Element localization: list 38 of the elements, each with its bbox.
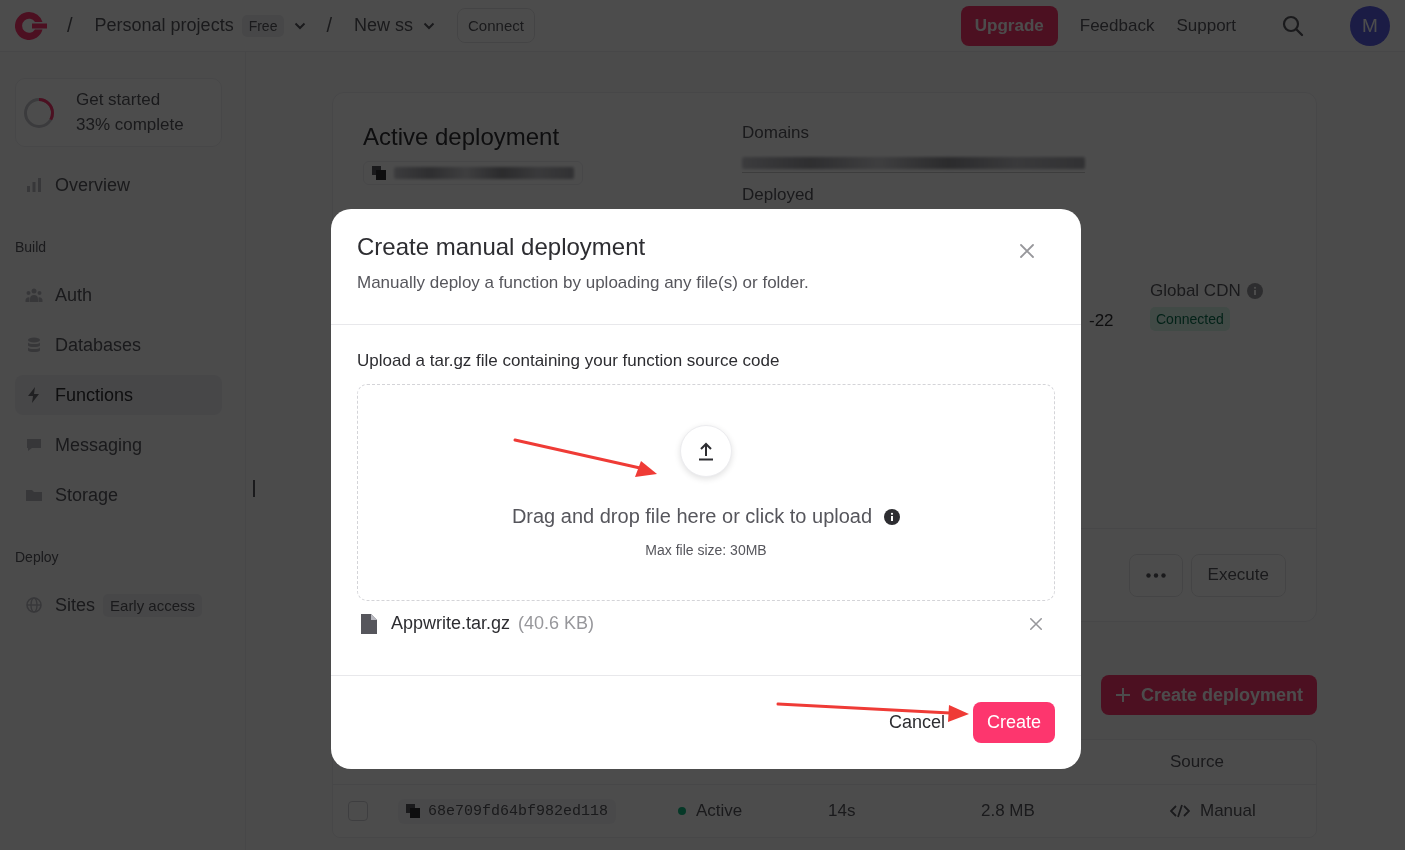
status-badge: Connected (1150, 307, 1230, 331)
cancel-button[interactable]: Cancel (888, 712, 945, 733)
info-icon (884, 508, 901, 525)
dialog-description: Manually deploy a function by uploading any file(s) or folder. (357, 273, 809, 293)
chevron-down-icon[interactable] (423, 21, 435, 30)
logo-icon[interactable] (15, 11, 47, 40)
upload-icon (697, 441, 715, 461)
deployment-id-chip[interactable] (363, 161, 583, 185)
sidebar-item[interactable]: Functions (15, 375, 222, 415)
status-dot (678, 807, 686, 815)
close-button[interactable] (1019, 243, 1035, 259)
dropzone-text: Drag and drop file here or click to upload (511, 505, 873, 528)
code-icon (1170, 804, 1190, 818)
file-size: (40.6 KB) (518, 613, 595, 634)
file-name: Appwrite.tar.gz (391, 613, 511, 634)
breadcrumb-separator: / (67, 14, 73, 37)
sidebar-item-label: Functions (55, 384, 134, 406)
file-icon (361, 613, 377, 634)
card-title: Active deployment (363, 123, 561, 151)
search-icon[interactable] (1282, 14, 1304, 37)
upload-label: Upload a tar.gz file containing your function source code (357, 351, 781, 371)
chevron-down-icon[interactable] (294, 21, 307, 30)
copy-icon (406, 804, 420, 818)
more-button[interactable] (1128, 553, 1183, 597)
dialog-title: Create manual deployment (357, 233, 647, 261)
file-size-hint: Max file size: 30MB (645, 542, 767, 558)
date-text: -22 (1089, 311, 1115, 331)
remove-file-button[interactable] (1029, 616, 1043, 631)
resize-handle[interactable] (253, 480, 255, 497)
more-icon (1145, 572, 1166, 578)
create-button[interactable]: Create (972, 702, 1055, 743)
copy-icon (372, 166, 386, 180)
info-icon (1246, 283, 1263, 299)
upload-button[interactable] (680, 425, 732, 477)
plus-icon (1114, 687, 1131, 703)
breadcrumb-separator: / (326, 14, 332, 37)
dropzone[interactable]: Drag and drop file here or click to upload Max file size: 30MB (357, 384, 1055, 601)
progress-ring (24, 97, 54, 128)
